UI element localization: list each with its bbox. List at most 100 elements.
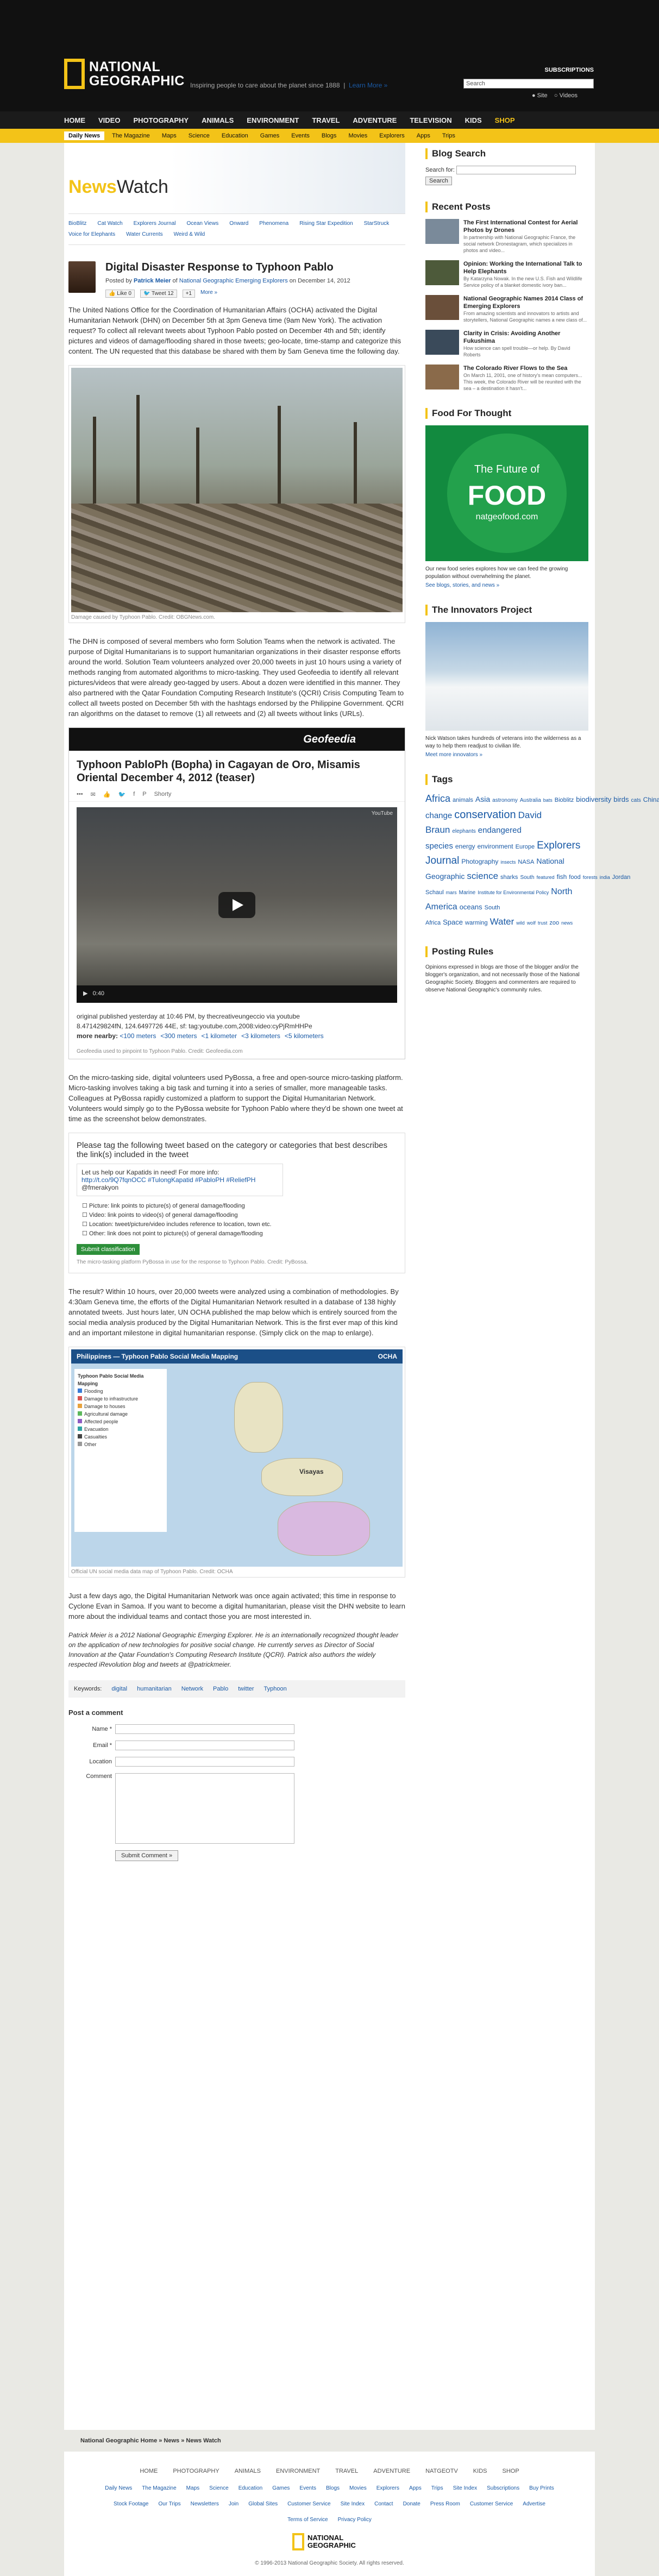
footer-link[interactable]: Terms of Service [287,2517,328,2523]
natgeo-logo[interactable]: NATIONAL GEOGRAPHIC [64,59,185,89]
footer-link[interactable]: Site Index [453,2485,477,2491]
tag-link[interactable]: NASA [518,859,534,865]
tag-link[interactable]: environment [478,843,513,850]
tag-link[interactable]: Institute for Environmental Policy [478,890,549,895]
footer-link[interactable]: Explorers [376,2485,399,2491]
footer-link[interactable]: Stock Footage [114,2501,148,2507]
keyword-link[interactable]: digital [111,1686,127,1692]
mainnav-item[interactable]: PHOTOGRAPHY [133,116,189,124]
subnav-item[interactable]: Apps [412,131,435,140]
tag-link[interactable]: astronomy [492,797,518,803]
footer-nav-item[interactable]: ENVIRONMENT [276,2468,320,2474]
submit-comment-button[interactable]: Submit Comment » [115,1850,179,1861]
category-link[interactable]: Explorers Journal [134,218,176,229]
category-link[interactable]: BioBlitz [68,218,86,229]
subscriptions-link[interactable]: SUBSCRIPTIONS [545,67,594,73]
more-dots-icon[interactable]: ••• [77,791,83,798]
footer-link[interactable]: Privacy Policy [338,2517,372,2523]
footer-link[interactable]: Join [229,2501,239,2507]
tag-link[interactable]: science [467,871,498,881]
facebook-icon[interactable]: f [133,791,135,798]
tag-link[interactable]: oceans [460,903,482,911]
tag-link[interactable]: Marine [459,890,476,896]
tag-link[interactable]: fish [557,873,567,881]
tag-link[interactable]: animals [453,797,473,803]
subnav-item[interactable]: Trips [438,131,460,140]
plusone-button[interactable]: +1 [182,290,195,298]
innovators-image[interactable] [425,622,588,731]
keyword-link[interactable]: humanitarian [137,1686,172,1692]
subnav-item[interactable]: Events [287,131,314,140]
tag-link[interactable]: Water [490,916,514,927]
footer-nav-item[interactable]: PHOTOGRAPHY [173,2468,219,2474]
location-field[interactable] [115,1757,294,1767]
tag-link[interactable]: insects [500,859,516,865]
tweet-button[interactable]: 🐦 Tweet 12 [140,290,177,298]
category-link[interactable]: Phenomena [259,218,288,229]
keyword-link[interactable]: Pablo [213,1686,228,1692]
innovators-link[interactable]: Meet more innovators » [425,752,482,758]
keyword-link[interactable]: twitter [238,1686,254,1692]
share-more-link[interactable]: More » [200,290,217,298]
option-location[interactable]: ☐ Location: tweet/picture/video includes… [82,1220,397,1229]
footer-nav-item[interactable]: KIDS [473,2468,487,2474]
footer-link[interactable]: Contact [374,2501,393,2507]
category-link[interactable]: Onward [229,218,248,229]
future-of-food-ad[interactable]: The Future of FOOD natgeofood.com [425,425,588,561]
footer-link[interactable]: Our Trips [158,2501,180,2507]
tag-link[interactable]: bats [543,797,553,803]
category-link[interactable]: Cat Watch [97,218,122,229]
tweet-line2[interactable]: http://t.co/9Q7fqnOCC #TulongKapatid #Pa… [81,1176,278,1184]
footer-nav-item[interactable]: ANIMALS [235,2468,261,2474]
footer-link[interactable]: Education [239,2485,262,2491]
mainnav-item[interactable]: ENVIRONMENT [247,116,299,124]
subnav-item[interactable]: Daily News [64,131,105,140]
footer-link[interactable]: The Magazine [142,2485,176,2491]
footer-link[interactable]: Science [209,2485,229,2491]
tag-link[interactable]: elephants [452,828,475,834]
footer-nav-item[interactable]: SHOP [502,2468,519,2474]
footer-nav-item[interactable]: TRAVEL [335,2468,358,2474]
comment-textarea[interactable] [115,1773,294,1844]
radio-site[interactable]: ● Site [532,92,548,99]
recent-post-title[interactable]: The First International Contest for Aeri… [463,219,588,234]
footer-link[interactable]: Press Room [430,2501,460,2507]
tag-link[interactable]: news [561,920,573,926]
tag-link[interactable]: biodiversity [576,795,611,803]
tag-link[interactable]: zoo [549,920,559,926]
footer-link[interactable]: Blogs [326,2485,340,2491]
recent-post[interactable]: Clarity in Crisis: Avoiding Another Fuku… [425,330,588,358]
tag-link[interactable]: Space [443,918,463,926]
tag-link[interactable]: mars [446,890,457,895]
recent-post-title[interactable]: The Colorado River Flows to the Sea [463,365,588,372]
recent-post[interactable]: National Geographic Names 2014 Class of … [425,295,588,323]
recent-post-thumb[interactable] [425,295,459,320]
tag-link[interactable]: South [520,875,534,881]
facebook-like-icon[interactable]: 👍 [103,791,111,798]
recent-post-title[interactable]: National Geographic Names 2014 Class of … [463,295,588,310]
nearby-link[interactable]: <5 kilometers [285,1032,324,1040]
tag-link[interactable]: Australia [520,797,541,803]
footer-link[interactable]: Subscriptions [487,2485,519,2491]
org-link[interactable]: National Geographic Emerging Explorers [179,278,288,284]
learn-more-link[interactable]: Learn More » [349,81,387,89]
nearby-link[interactable]: <3 kilometers [241,1032,280,1040]
category-link[interactable]: Voice for Elephants [68,229,115,240]
email-field[interactable] [115,1741,294,1750]
typhoon-damage-image[interactable] [71,368,403,612]
option-other[interactable]: ☐ Other: link does not point to picture(… [82,1229,397,1239]
footer-link[interactable]: Customer Service [470,2501,513,2507]
keyword-link[interactable]: Typhoon [264,1686,287,1692]
subnav-item[interactable]: Games [256,131,284,140]
nearby-link[interactable]: <300 meters [160,1032,197,1040]
ocha-map[interactable]: Philippines — Typhoon Pablo Social Media… [71,1349,403,1567]
tag-link[interactable]: sharks [500,874,518,881]
email-icon[interactable]: ✉ [91,791,96,798]
tag-link[interactable]: China [643,796,659,803]
tag-link[interactable]: featured [537,875,555,880]
mainnav-item[interactable]: TELEVISION [410,116,451,124]
category-link[interactable]: StarStruck [364,218,390,229]
footer-link[interactable]: Buy Prints [529,2485,554,2491]
blog-search-input[interactable] [456,166,576,174]
mainnav-item[interactable]: VIDEO [98,116,120,124]
